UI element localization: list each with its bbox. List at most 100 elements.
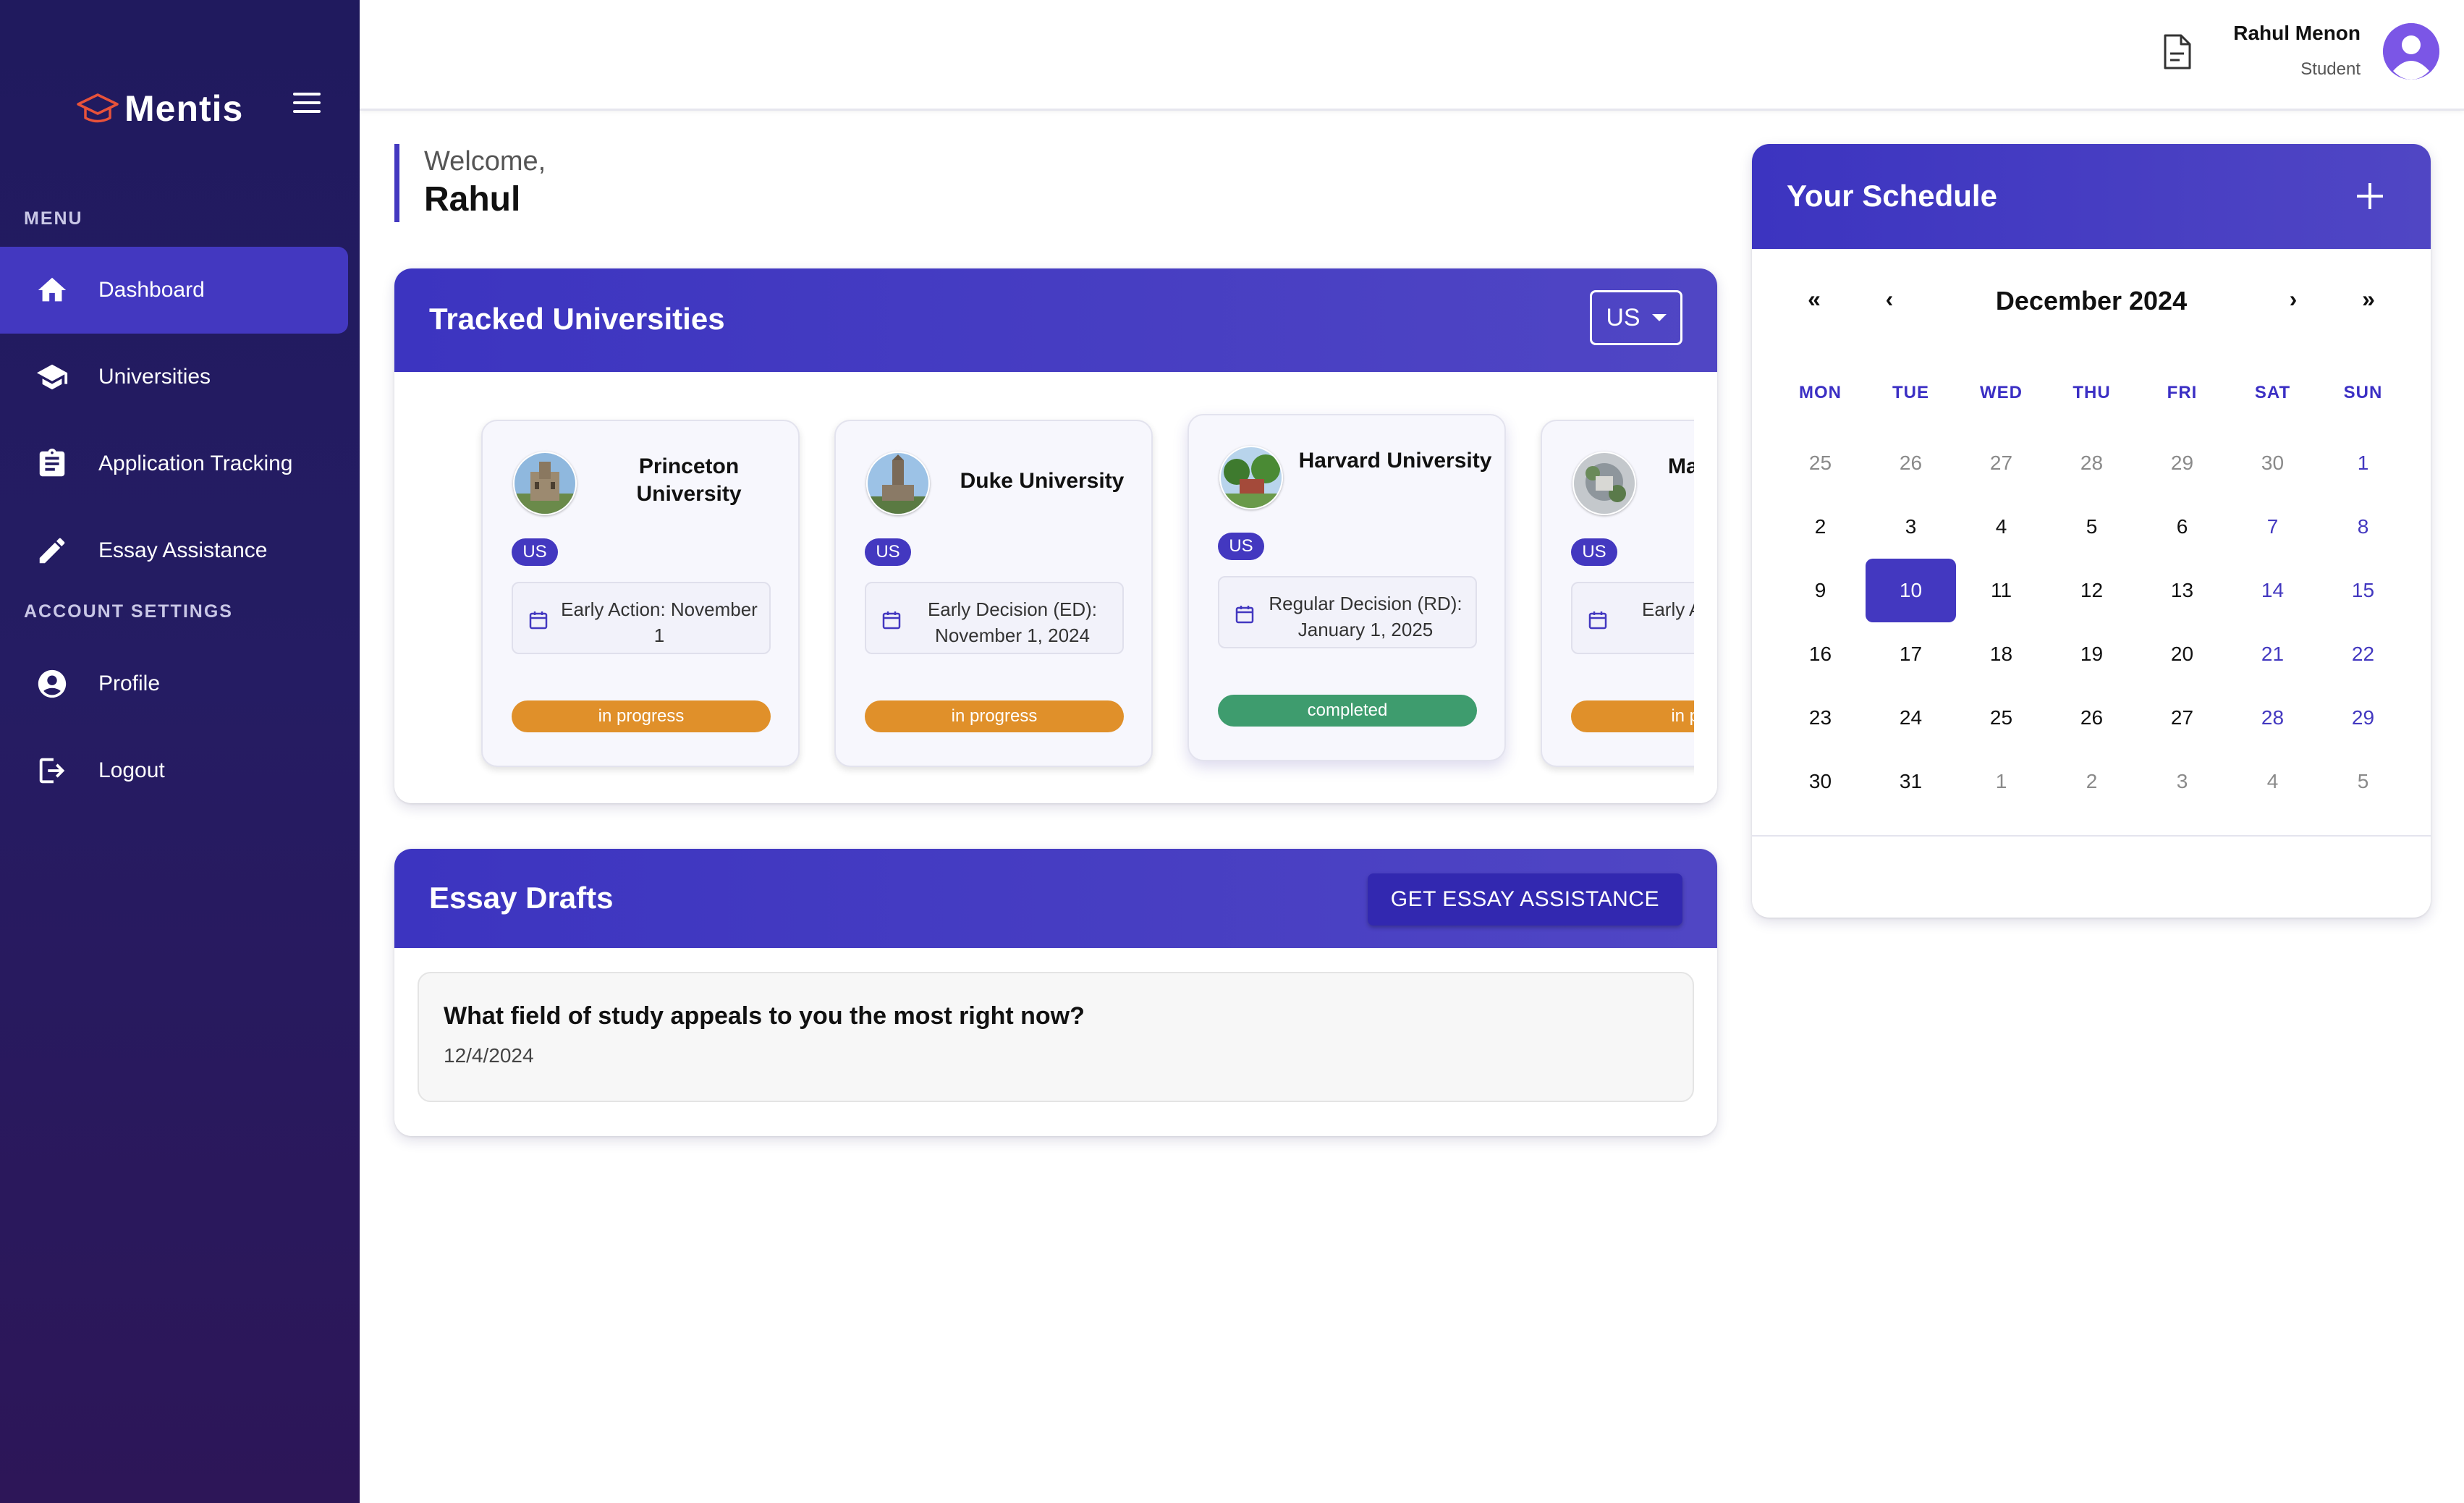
- university-card[interactable]: Duke University US Early Decision (ED): …: [834, 420, 1153, 767]
- calendar-icon: [1588, 611, 1607, 630]
- calendar-day[interactable]: 31: [1866, 750, 1956, 813]
- deadline-box: Early Act Noven: [1571, 582, 1694, 654]
- calendar-day[interactable]: 6: [2137, 495, 2227, 559]
- sidebar: Mentis MENU Dashboard Universities Appli…: [0, 0, 360, 1503]
- top-bar: [360, 0, 2464, 111]
- sidebar-item-universities[interactable]: Universities: [0, 334, 348, 420]
- next-month-button[interactable]: ›: [2272, 286, 2315, 313]
- deadline-text: Early Action: November 1: [561, 598, 758, 646]
- calendar-day[interactable]: 4: [1956, 495, 2046, 559]
- card-header: Essay Drafts GET ESSAY ASSISTANCE: [394, 849, 1717, 948]
- sidebar-item-label: Dashboard: [98, 278, 205, 302]
- weekday-label: SUN: [2343, 383, 2383, 402]
- calendar-day[interactable]: 8: [2318, 495, 2408, 559]
- university-name: Princeton University: [636, 454, 742, 506]
- calendar-day[interactable]: 2: [2046, 750, 2137, 813]
- brand-logo[interactable]: Mentis: [75, 82, 243, 135]
- calendar-day[interactable]: 27: [1956, 431, 2046, 495]
- calendar-day[interactable]: 16: [1775, 622, 1866, 686]
- calendar-day[interactable]: 9: [1775, 559, 1866, 622]
- tracked-universities-title: Tracked Universities: [429, 302, 725, 336]
- card-header: Your Schedule: [1752, 144, 2431, 249]
- deadline-text: Early Act Noven: [1642, 598, 1694, 620]
- sidebar-item-label: Logout: [98, 758, 165, 782]
- sidebar-item-dashboard[interactable]: Dashboard: [0, 247, 348, 334]
- calendar-day[interactable]: 25: [1956, 686, 2046, 750]
- tracked-universities-card: Tracked Universities US Princeton Univer…: [394, 268, 1717, 803]
- schedule-title: Your Schedule: [1787, 179, 1997, 213]
- university-image: [513, 452, 577, 515]
- calendar-day[interactable]: 30: [2227, 431, 2318, 495]
- sidebar-item-essay-assistance[interactable]: Essay Assistance: [0, 507, 348, 594]
- calendar-day[interactable]: 5: [2318, 750, 2408, 813]
- calendar-day[interactable]: 12: [2046, 559, 2137, 622]
- logout-icon: [35, 753, 69, 788]
- essay-draft-item[interactable]: What field of study appeals to you the m…: [418, 972, 1694, 1102]
- calendar-day[interactable]: 3: [2137, 750, 2227, 813]
- sidebar-item-logout[interactable]: Logout: [0, 727, 348, 814]
- calendar-icon: [529, 611, 548, 630]
- country-select[interactable]: US: [1590, 290, 1682, 345]
- calendar-day[interactable]: 4: [2227, 750, 2318, 813]
- user-avatar-icon: [2383, 23, 2439, 80]
- next-year-button[interactable]: »: [2347, 286, 2390, 313]
- calendar-day[interactable]: 27: [2137, 686, 2227, 750]
- calendar-day[interactable]: 25: [1775, 431, 1866, 495]
- hamburger-menu-icon[interactable]: [292, 88, 323, 117]
- calendar-day[interactable]: 22: [2318, 622, 2408, 686]
- university-card[interactable]: Mass Ins US Early Act Noven in progr: [1541, 420, 1694, 767]
- calendar-day[interactable]: 14: [2227, 559, 2318, 622]
- deadline-box: Early Decision (ED): November 1, 2024: [865, 582, 1124, 654]
- sidebar-item-profile[interactable]: Profile: [0, 640, 348, 727]
- prev-month-button[interactable]: ‹: [1868, 286, 1911, 313]
- calendar-day[interactable]: 18: [1956, 622, 2046, 686]
- home-icon: [35, 273, 69, 308]
- calendar-day[interactable]: 21: [2227, 622, 2318, 686]
- calendar-day[interactable]: 29: [2318, 686, 2408, 750]
- avatar[interactable]: [2383, 23, 2439, 80]
- calendar-day[interactable]: 19: [2046, 622, 2137, 686]
- document-icon[interactable]: [2161, 33, 2193, 71]
- deadline-box: Regular Decision (RD): January 1, 2025: [1218, 576, 1477, 648]
- calendar-day[interactable]: 24: [1866, 686, 1956, 750]
- calendar-day[interactable]: 30: [1775, 750, 1866, 813]
- country-badge: US: [1218, 533, 1264, 560]
- calendar-day[interactable]: 20: [2137, 622, 2227, 686]
- calendar-day[interactable]: 1: [2318, 431, 2408, 495]
- get-essay-assistance-button[interactable]: GET ESSAY ASSISTANCE: [1367, 873, 1682, 926]
- calendar-day[interactable]: 23: [1775, 686, 1866, 750]
- calendar-day[interactable]: 1: [1956, 750, 2046, 813]
- calendar-day[interactable]: 10: [1866, 559, 1956, 622]
- calendar-day[interactable]: 15: [2318, 559, 2408, 622]
- university-image: [1219, 446, 1283, 509]
- essay-drafts-title: Essay Drafts: [429, 881, 614, 915]
- calendar-month-label[interactable]: December 2024: [1969, 286, 2214, 316]
- calendar-day[interactable]: 29: [2137, 431, 2227, 495]
- user-name: Rahul Menon: [2233, 22, 2361, 44]
- calendar-day[interactable]: 17: [1866, 622, 1956, 686]
- university-carousel[interactable]: Princeton University US Early Action: No…: [418, 372, 1694, 803]
- calendar-day[interactable]: 2: [1775, 495, 1866, 559]
- calendar-day[interactable]: 3: [1866, 495, 1956, 559]
- country-badge: US: [512, 538, 558, 566]
- sidebar-item-label: Application Tracking: [98, 452, 293, 475]
- calendar-day[interactable]: 26: [1866, 431, 1956, 495]
- university-name: Harvard University: [1298, 449, 1492, 473]
- add-event-icon[interactable]: [2354, 180, 2386, 212]
- calendar-day[interactable]: 26: [2046, 686, 2137, 750]
- calendar-day[interactable]: 11: [1956, 559, 2046, 622]
- prev-year-button[interactable]: «: [1792, 286, 1836, 313]
- calendar-day[interactable]: 7: [2227, 495, 2318, 559]
- calendar-day[interactable]: 13: [2137, 559, 2227, 622]
- university-card[interactable]: Harvard University US Regular Decision (…: [1187, 414, 1506, 761]
- weekday-label: THU: [2073, 383, 2111, 402]
- sidebar-item-application-tracking[interactable]: Application Tracking: [0, 420, 348, 507]
- user-circle-icon: [35, 666, 69, 701]
- calendar-day[interactable]: 28: [2227, 686, 2318, 750]
- clipboard-icon: [35, 446, 69, 481]
- status-badge: in progress: [865, 700, 1124, 732]
- calendar-day[interactable]: 28: [2046, 431, 2137, 495]
- university-image: [1572, 452, 1636, 515]
- university-card[interactable]: Princeton University US Early Action: No…: [481, 420, 800, 767]
- calendar-day[interactable]: 5: [2046, 495, 2137, 559]
